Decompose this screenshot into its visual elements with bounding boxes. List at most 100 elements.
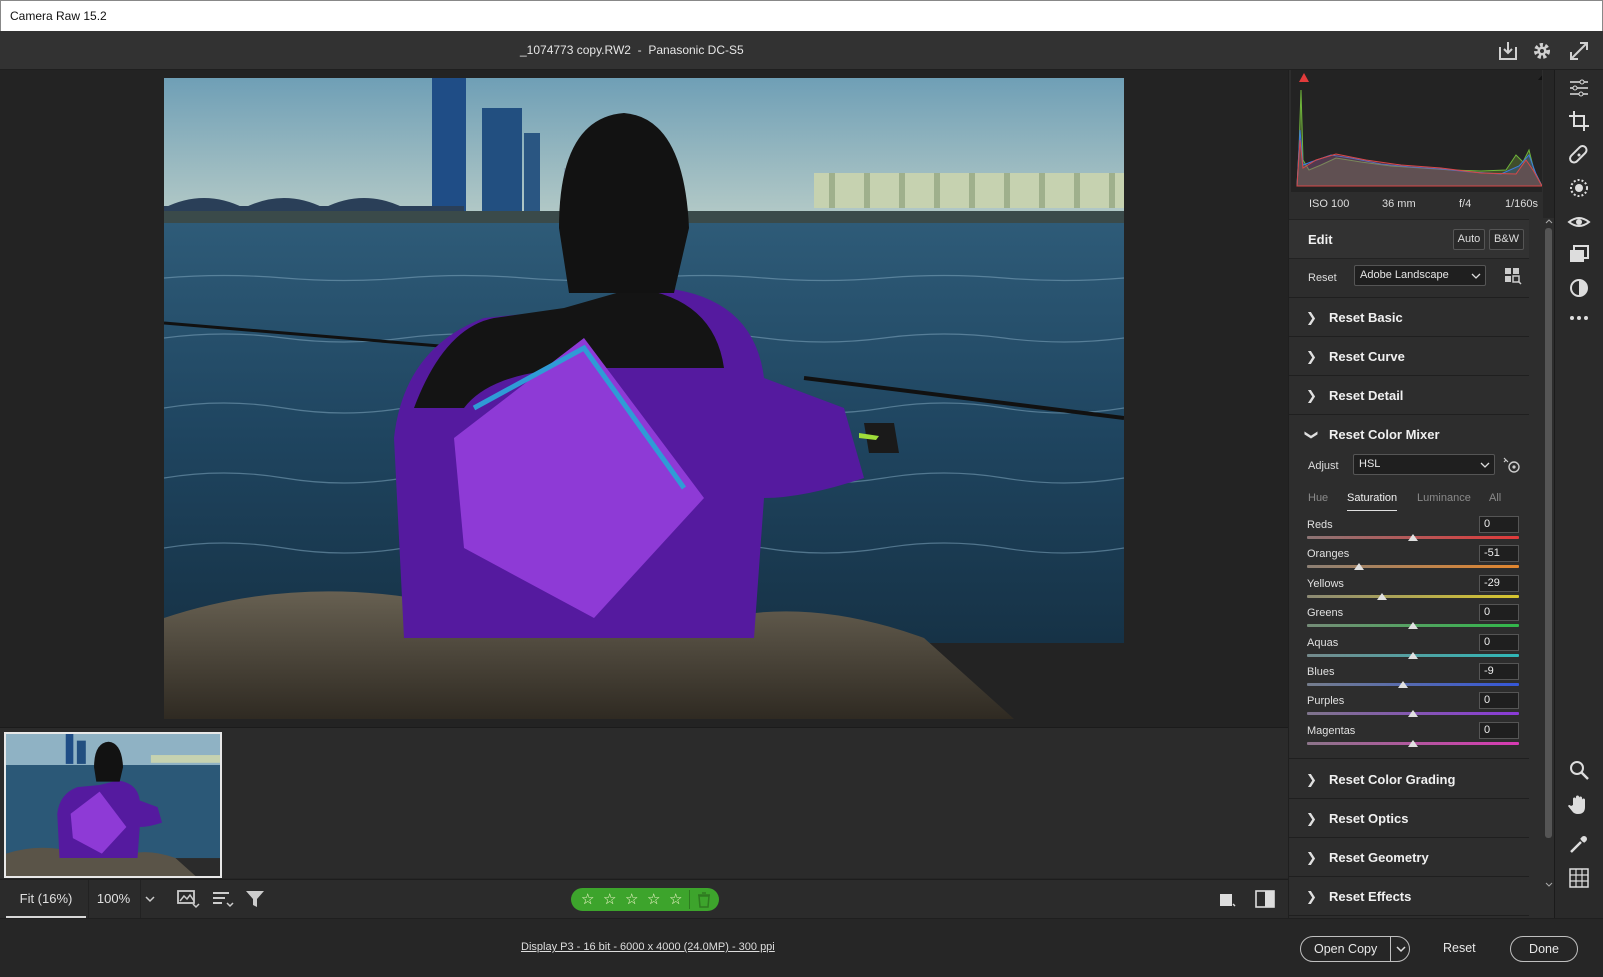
section-geometry[interactable]: ❯ Reset Geometry [1289, 838, 1529, 877]
slider-value-field[interactable]: -9 [1479, 663, 1519, 680]
histogram-graph [1296, 73, 1543, 187]
tab-hue[interactable]: Hue [1308, 492, 1328, 504]
rating-divider [689, 890, 690, 909]
auto-button[interactable]: Auto [1453, 229, 1485, 250]
slider-value-field[interactable]: 0 [1479, 604, 1519, 622]
slider-value-field[interactable]: -51 [1479, 545, 1519, 563]
exif-info: ISO 100 36 mm f/4 1/160s [1289, 192, 1543, 216]
before-after-icon[interactable] [1254, 889, 1276, 909]
gear-icon[interactable] [1530, 39, 1554, 63]
chevron-down-icon[interactable] [1395, 944, 1407, 954]
crop-icon[interactable] [1567, 109, 1591, 133]
section-basic[interactable]: ❯ Reset Basic [1289, 298, 1529, 337]
snapshots-icon[interactable] [1567, 243, 1591, 267]
star-3-icon[interactable]: ☆ [625, 890, 638, 908]
presets-icon[interactable] [1567, 276, 1591, 300]
section-basic-label: Reset Basic [1329, 310, 1403, 325]
slider-thumb[interactable] [1408, 710, 1418, 718]
slider-thumb[interactable] [1398, 681, 1409, 688]
reset-button[interactable]: Reset [1443, 941, 1476, 955]
slider-track[interactable] [1307, 565, 1519, 569]
profile-select[interactable]: Adobe Landscape [1354, 265, 1486, 286]
adjust-select[interactable]: HSL [1353, 454, 1495, 475]
slider-track[interactable] [1307, 594, 1519, 598]
shadow-clipping-warning-icon[interactable] [1299, 73, 1309, 82]
star-4-icon[interactable]: ☆ [647, 890, 660, 908]
tab-luminance[interactable]: Luminance [1417, 492, 1471, 504]
filename: _1074773 copy.RW2 [520, 43, 631, 57]
tab-saturation[interactable]: Saturation [1347, 492, 1398, 511]
scroll-up-icon[interactable] [1545, 218, 1553, 224]
top-toolbar: _1074773 copy.RW2 - Panasonic DC-S5 [0, 31, 1603, 70]
slider-thumb[interactable] [1353, 563, 1364, 571]
healing-icon[interactable] [1567, 143, 1591, 167]
slider-label: Magentas [1307, 724, 1356, 737]
more-icon[interactable] [1567, 306, 1591, 330]
button-divider [1390, 937, 1391, 961]
chevron-right-icon: ❯ [1306, 811, 1317, 826]
scroll-down-icon[interactable] [1545, 882, 1553, 888]
section-detail[interactable]: ❯ Reset Detail [1289, 376, 1529, 415]
slider-label: Blues [1307, 666, 1335, 678]
slider-thumb[interactable] [1408, 622, 1418, 630]
slider-magentas[interactable]: Magentas 0 [1307, 721, 1519, 755]
filmstrip-thumbnail[interactable] [4, 732, 222, 878]
scrollbar-thumb[interactable] [1545, 228, 1552, 838]
slider-thumb[interactable] [1408, 651, 1418, 659]
hand-tool-icon[interactable] [1567, 792, 1591, 816]
star-1-icon[interactable]: ☆ [581, 890, 594, 908]
targeted-adjustment-icon[interactable] [1501, 454, 1523, 476]
slider-thumb[interactable] [1408, 739, 1418, 747]
image-viewer[interactable] [0, 70, 1288, 727]
workflow-options-link[interactable]: Display P3 - 16 bit - 6000 x 4000 (24.0M… [521, 941, 775, 953]
highlight-clipping-warning-icon[interactable] [1538, 73, 1543, 80]
sort-icon[interactable] [210, 888, 234, 910]
section-curve[interactable]: ❯ Reset Curve [1289, 337, 1529, 376]
save-icon[interactable] [1496, 39, 1520, 63]
filter-icon[interactable] [244, 888, 266, 910]
edit-sliders-icon[interactable] [1567, 76, 1591, 100]
section-effects-label: Reset Effects [1329, 889, 1412, 904]
main-photo[interactable] [164, 78, 1124, 719]
slider-value-field[interactable]: 0 [1479, 633, 1519, 651]
star-2-icon[interactable]: ☆ [603, 890, 616, 908]
chevron-right-icon: ❯ [1306, 349, 1317, 364]
bw-button[interactable]: B&W [1489, 229, 1524, 250]
slider-value-field[interactable]: 0 [1479, 721, 1519, 739]
section-color-grading[interactable]: ❯ Reset Color Grading [1289, 760, 1529, 799]
slider-track[interactable] [1307, 683, 1519, 686]
slider-value-field[interactable]: 0 [1479, 692, 1519, 710]
zoom-tool-icon[interactable] [1567, 758, 1591, 782]
masking-icon[interactable] [1567, 176, 1591, 200]
zoom-100-button[interactable]: 100% [88, 880, 138, 918]
app-title: Camera Raw 15.2 [10, 9, 107, 23]
slider-thumb[interactable] [1408, 534, 1418, 541]
camera-model: Panasonic DC-S5 [648, 43, 744, 57]
zoom-fit-button[interactable]: Fit (16%) [6, 880, 86, 918]
section-effects[interactable]: ❯ Reset Effects [1289, 877, 1529, 916]
grid-overlay-icon[interactable] [1567, 866, 1591, 890]
done-button[interactable]: Done [1510, 936, 1578, 962]
open-copy-button[interactable]: Open Copy [1300, 936, 1410, 962]
zoom-dropdown[interactable] [140, 880, 158, 918]
filmstrip-options-icon[interactable] [176, 888, 200, 910]
profile-browser-icon[interactable] [1503, 265, 1523, 285]
section-color-mixer[interactable]: ❯ Reset Color Mixer [1289, 415, 1529, 454]
window-titlebar: Camera Raw 15.2 [0, 0, 1603, 31]
slider-thumb[interactable] [1377, 592, 1388, 600]
section-optics[interactable]: ❯ Reset Optics [1289, 799, 1529, 838]
red-eye-icon[interactable] [1567, 210, 1591, 234]
panel-scrollbar[interactable] [1543, 218, 1554, 918]
star-5-icon[interactable]: ☆ [669, 890, 682, 908]
slider-value-field[interactable]: 0 [1479, 516, 1519, 533]
section-optics-label: Reset Optics [1329, 811, 1409, 826]
fullscreen-icon[interactable] [1567, 39, 1591, 63]
slider-value-field[interactable]: -29 [1479, 574, 1519, 592]
single-view-icon[interactable] [1217, 889, 1237, 909]
star-rating[interactable]: ☆ ☆ ☆ ☆ ☆ [571, 888, 719, 911]
photo-image [164, 78, 1124, 719]
trash-icon[interactable] [697, 892, 711, 908]
tab-all[interactable]: All [1489, 492, 1501, 504]
chevron-right-icon: ❯ [1306, 889, 1317, 904]
color-sampler-icon[interactable] [1567, 832, 1591, 856]
